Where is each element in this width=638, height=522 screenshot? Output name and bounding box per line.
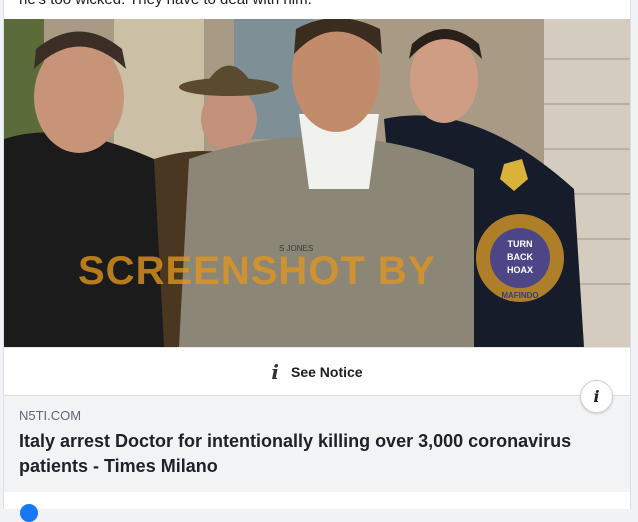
info-button[interactable]: i xyxy=(580,380,613,413)
post-text: he's too wicked. They have to deal with … xyxy=(19,0,312,8)
link-headline[interactable]: Italy arrest Doctor for intentionally ki… xyxy=(19,429,579,479)
info-icon: i xyxy=(593,387,600,406)
sticker-bottom-text: MAFINDO xyxy=(501,291,538,300)
post-card: he's too wicked. They have to deal with … xyxy=(3,0,631,522)
see-notice-label: See Notice xyxy=(291,364,363,380)
link-domain: N5TI.COM xyxy=(19,408,82,423)
sticker-line-2: BACK xyxy=(507,252,533,262)
watermark: SCREENSHOT BY xyxy=(78,249,436,293)
info-icon: i xyxy=(271,360,279,384)
see-notice-button[interactable]: i See Notice xyxy=(4,347,630,396)
sticker-line-3: HOAX xyxy=(507,265,533,275)
mafindo-badge-icon: TURN BACK HOAX MAFINDO xyxy=(476,214,564,302)
globe-icon xyxy=(20,504,38,522)
sticker-line-1: TURN xyxy=(508,239,533,249)
post-footer xyxy=(4,492,630,522)
link-preview[interactable]: N5TI.COM Italy arrest Doctor for intenti… xyxy=(4,380,630,493)
post-photo[interactable]: S JONES SCREENSHOT BY TURN BACK HOAX MAF… xyxy=(4,19,630,347)
